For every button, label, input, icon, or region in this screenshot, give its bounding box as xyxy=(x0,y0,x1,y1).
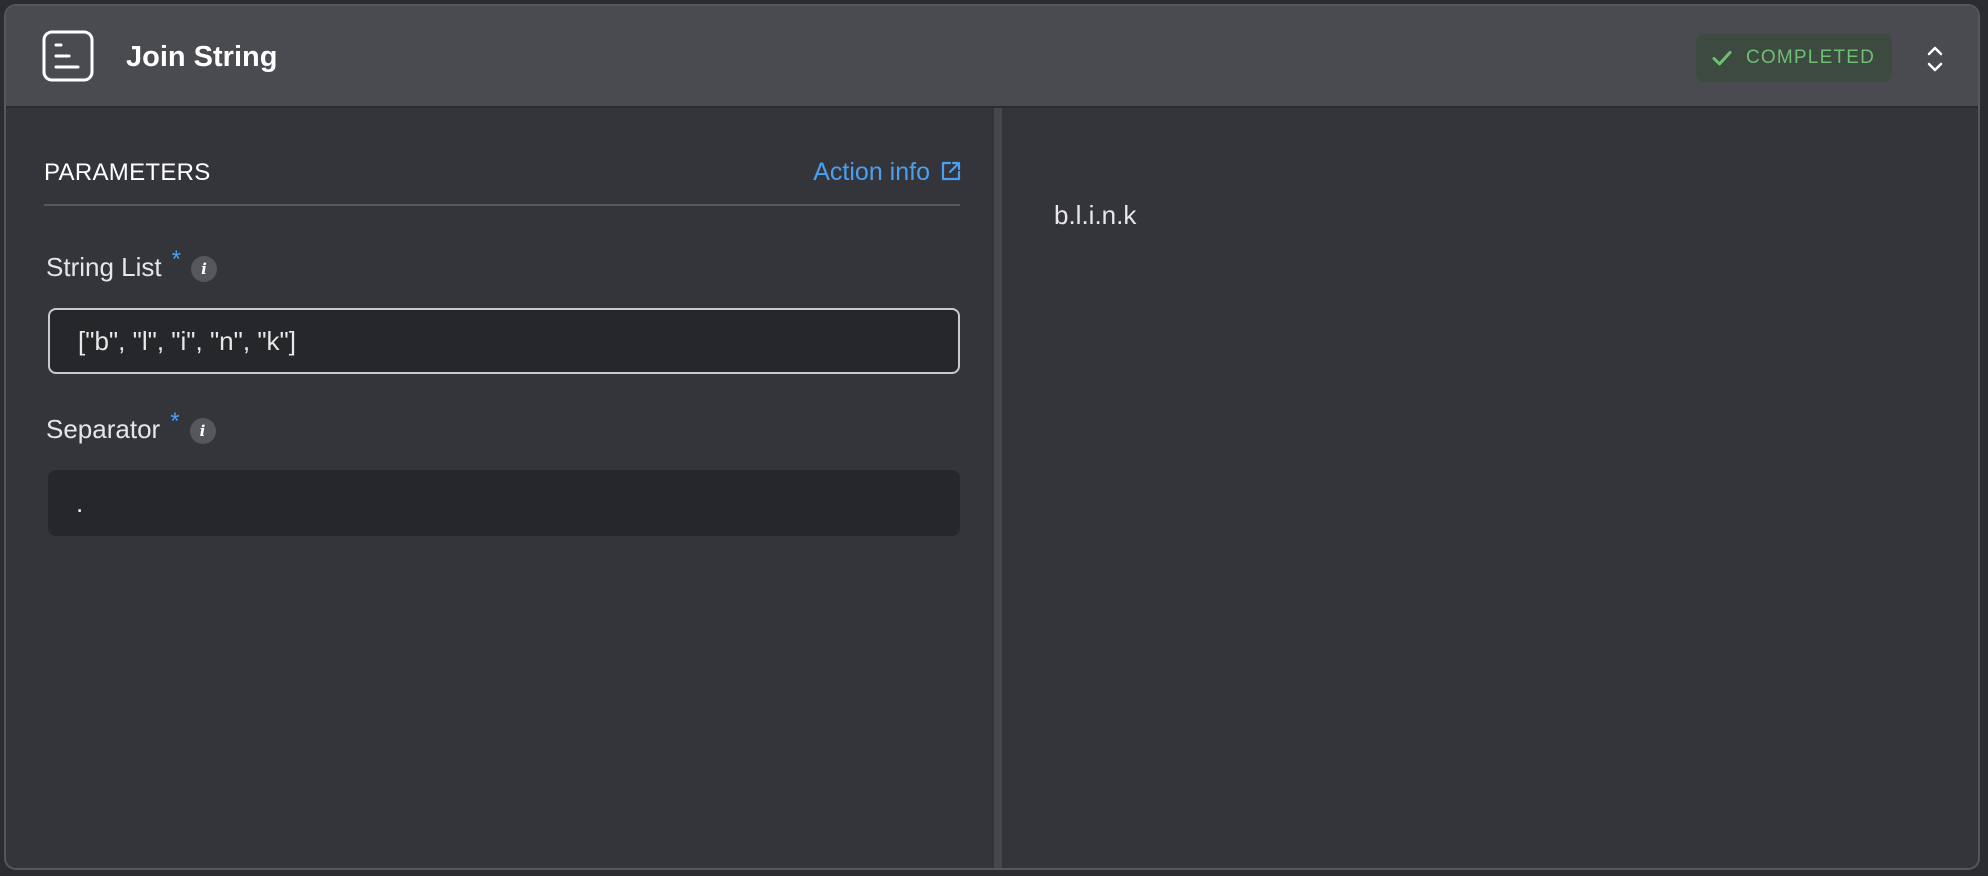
action-info-label: Action info xyxy=(813,158,930,186)
string-list-input[interactable]: ["b", "l", "i", "n", "k"] xyxy=(48,308,960,374)
checkmark-icon xyxy=(1712,51,1732,66)
output-pane: b.l.i.n.k xyxy=(1002,108,1978,868)
info-icon[interactable]: i xyxy=(190,256,217,282)
info-icon[interactable]: i xyxy=(189,418,216,444)
output-value: b.l.i.n.k xyxy=(1054,200,1137,230)
parameters-pane: PARAMETERS Action info String List * i [… xyxy=(6,108,994,868)
status-badge: COMPLETED xyxy=(1696,34,1892,82)
string-list-value: ["b", "l", "i", "n", "k"] xyxy=(78,325,297,356)
action-info-link[interactable]: Action info xyxy=(813,158,962,187)
card-header: Join String COMPLETED xyxy=(6,6,1978,108)
section-divider xyxy=(44,204,960,206)
external-link-icon xyxy=(941,161,961,180)
required-marker: * xyxy=(171,246,181,273)
action-title: Join String xyxy=(126,41,278,73)
status-label: COMPLETED xyxy=(1746,47,1876,68)
string-list-label-text: String List xyxy=(46,252,162,282)
required-marker: * xyxy=(170,408,180,435)
document-lines-icon xyxy=(42,30,94,82)
separator-input[interactable]: . xyxy=(48,470,960,536)
separator-label-text: Separator xyxy=(46,414,161,444)
parameters-heading: PARAMETERS xyxy=(44,159,211,186)
separator-value: . xyxy=(76,487,84,518)
separator-label: Separator * i xyxy=(46,408,216,445)
pane-resize-handle[interactable] xyxy=(994,108,1002,868)
expand-collapse-icon[interactable] xyxy=(1920,42,1950,76)
action-card: Join String COMPLETED PARAMETERS Action … xyxy=(4,4,1980,870)
string-list-label: String List * i xyxy=(46,246,217,283)
